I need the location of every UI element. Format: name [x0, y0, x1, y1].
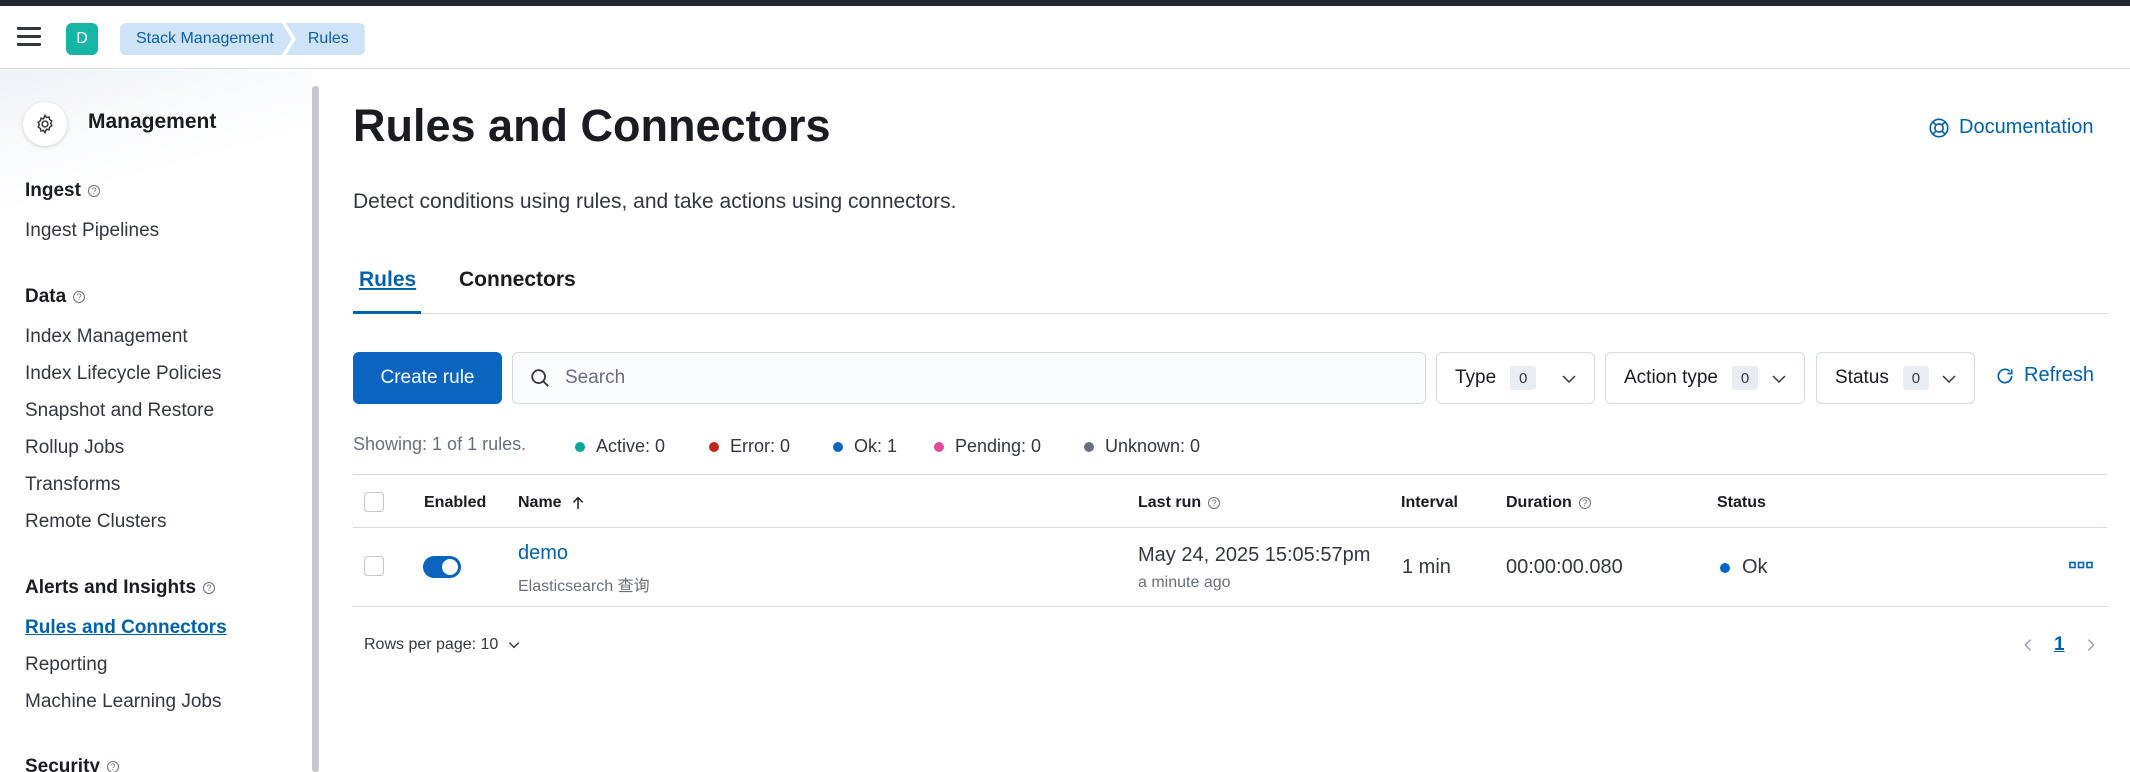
sidebar-item-ml-jobs[interactable]: Machine Learning Jobs	[25, 691, 221, 713]
tab-connectors[interactable]: Connectors	[459, 268, 576, 292]
page-number[interactable]: 1	[2054, 634, 2065, 656]
status-dot	[1720, 562, 1730, 573]
sidebar: Management Ingest? Ingest Pipelines Data…	[0, 70, 312, 772]
help-icon: ?	[1208, 497, 1221, 509]
tab-rules[interactable]: Rules	[359, 268, 416, 292]
documentation-link[interactable]: Documentation	[1928, 116, 2094, 139]
table-header: Enabled Name Last run ? Interval Duratio…	[353, 474, 2107, 528]
duration-value: 00:00:00.080	[1506, 556, 1623, 578]
tab-active-indicator	[353, 311, 421, 314]
row-checkbox[interactable]	[364, 556, 384, 576]
interval-value: 1 min	[1402, 556, 1451, 578]
filter-count-badge: 0	[1732, 366, 1758, 390]
column-interval[interactable]: Interval	[1401, 494, 1458, 512]
help-icon: ?	[1578, 497, 1591, 509]
stat-ok: Ok: 1	[833, 436, 897, 457]
last-run-value: May 24, 2025 15:05:57pm	[1138, 544, 1371, 566]
status-dot	[934, 441, 944, 452]
status-dot	[709, 441, 719, 452]
column-status[interactable]: Status	[1717, 494, 1766, 512]
help-circle-icon	[1929, 117, 1949, 138]
search-icon	[531, 369, 549, 387]
sidebar-section-security: Security?	[25, 756, 119, 772]
table-row: demo Elasticsearch 查询 May 24, 2025 15:05…	[353, 528, 2107, 607]
column-last-run[interactable]: Last run ?	[1138, 494, 1221, 512]
stat-error: Error: 0	[709, 436, 790, 457]
select-all-checkbox[interactable]	[364, 492, 384, 512]
chevron-down-icon	[1942, 375, 1956, 384]
header-bar: D Stack Management Rules	[0, 6, 2130, 69]
type-filter[interactable]: Type 0	[1436, 352, 1595, 404]
refresh-button[interactable]: Refresh	[1995, 364, 2094, 387]
last-run-relative: a minute ago	[1138, 574, 1231, 591]
sidebar-item-ingest-pipelines[interactable]: Ingest Pipelines	[25, 220, 159, 242]
stat-active: Active: 0	[575, 436, 665, 457]
sidebar-item-remote-clusters[interactable]: Remote Clusters	[25, 511, 167, 533]
sidebar-item-reporting[interactable]: Reporting	[25, 654, 107, 676]
rule-type: Elasticsearch 查询	[518, 578, 650, 595]
chevron-down-icon	[1772, 375, 1786, 384]
menu-icon[interactable]	[17, 27, 41, 47]
chevron-down-icon	[1562, 375, 1576, 384]
chevron-left-icon[interactable]	[2020, 637, 2036, 653]
create-rule-button[interactable]: Create rule	[353, 352, 502, 404]
sidebar-item-index-lifecycle-policies[interactable]: Index Lifecycle Policies	[25, 363, 221, 385]
sidebar-item-rollup-jobs[interactable]: Rollup Jobs	[25, 437, 124, 459]
sidebar-item-index-management[interactable]: Index Management	[25, 326, 188, 348]
page-title: Rules and Connectors	[353, 100, 831, 151]
more-actions-icon[interactable]	[2069, 560, 2093, 570]
help-icon: ?	[203, 582, 216, 594]
status-badge: Ok	[1720, 556, 1768, 579]
pagination: 1	[2020, 634, 2099, 656]
tab-bar: Rules Connectors	[353, 260, 2107, 314]
refresh-icon	[1997, 368, 2013, 384]
status-dot	[1084, 441, 1094, 452]
action-type-filter[interactable]: Action type 0	[1605, 352, 1805, 404]
help-icon: ?	[73, 291, 86, 303]
column-name[interactable]: Name	[518, 494, 586, 512]
breadcrumb-rules[interactable]: Rules	[285, 23, 365, 55]
breadcrumb-stack-management[interactable]: Stack Management	[120, 23, 292, 55]
sidebar-section-ingest: Ingest?	[25, 180, 100, 202]
search-input[interactable]	[565, 367, 1385, 389]
rule-name-link[interactable]: demo	[518, 542, 568, 565]
sidebar-section-alerts-insights: Alerts and Insights?	[25, 577, 216, 599]
status-dot	[833, 441, 843, 452]
breadcrumb: Stack Management Rules	[120, 23, 365, 55]
column-duration[interactable]: Duration ?	[1506, 494, 1591, 512]
stat-unknown: Unknown: 0	[1084, 436, 1200, 457]
filter-count-badge: 0	[1902, 366, 1929, 390]
sort-ascending-icon	[572, 496, 583, 509]
sidebar-section-data: Data?	[25, 286, 86, 308]
stat-pending: Pending: 0	[934, 436, 1041, 457]
gear-icon	[23, 102, 67, 146]
sidebar-item-rules-connectors[interactable]: Rules and Connectors	[25, 617, 227, 639]
help-icon: ?	[87, 185, 100, 197]
chevron-right-icon[interactable]	[2083, 637, 2099, 653]
page-subtitle: Detect conditions using rules, and take …	[353, 190, 957, 213]
status-dot	[575, 441, 585, 452]
rows-per-page-selector[interactable]: Rows per page: 10	[364, 636, 521, 654]
column-enabled[interactable]: Enabled	[424, 494, 486, 512]
sidebar-scrollbar[interactable]	[312, 86, 319, 772]
filter-count-badge: 0	[1510, 366, 1537, 390]
enabled-toggle[interactable]	[423, 556, 461, 578]
chevron-down-icon	[509, 642, 520, 649]
help-icon: ?	[106, 761, 119, 772]
rules-count-text: Showing: 1 of 1 rules.	[353, 434, 527, 454]
sidebar-item-snapshot-restore[interactable]: Snapshot and Restore	[25, 400, 214, 422]
space-avatar[interactable]: D	[66, 23, 98, 55]
status-filter[interactable]: Status 0	[1816, 352, 1975, 404]
sidebar-item-transforms[interactable]: Transforms	[25, 474, 120, 496]
sidebar-title: Management	[88, 110, 217, 133]
search-box	[512, 352, 1426, 404]
